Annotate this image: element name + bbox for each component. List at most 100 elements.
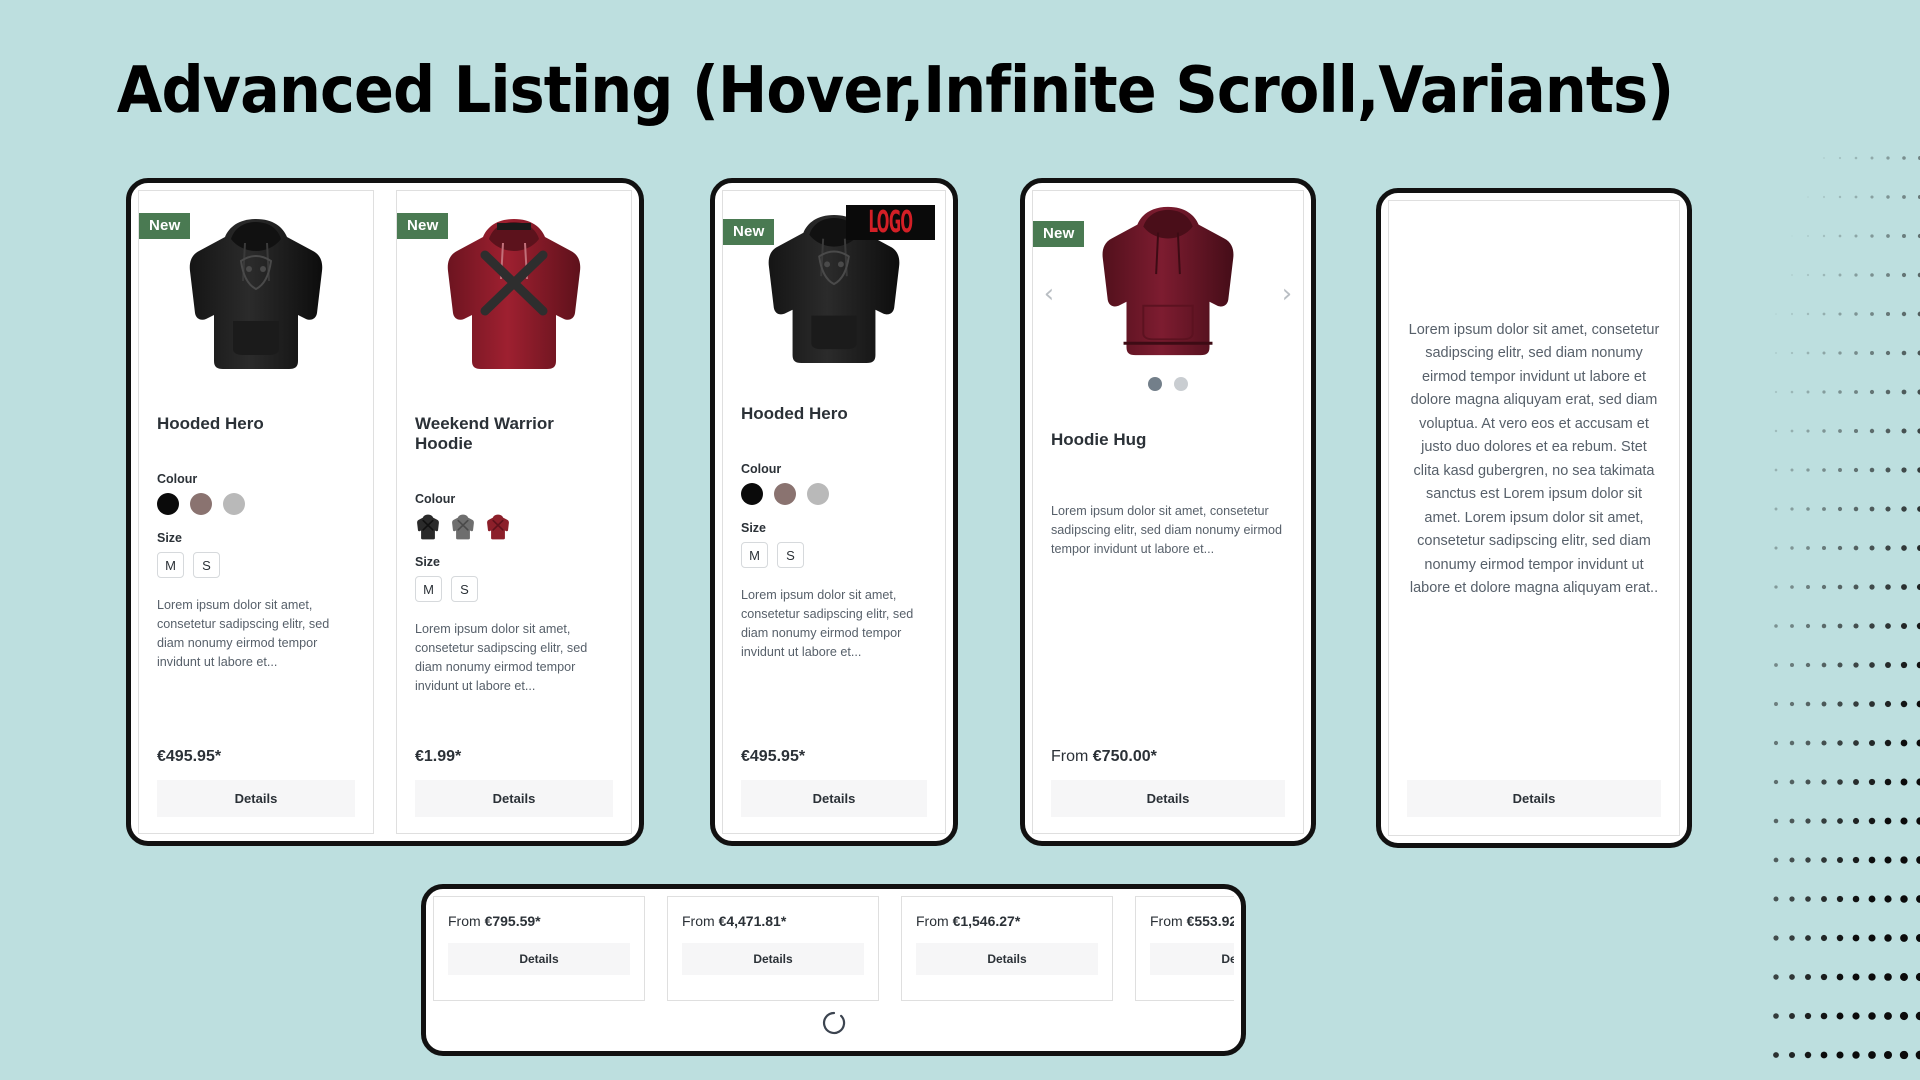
price-prefix: From <box>448 913 481 929</box>
size-option-s[interactable]: S <box>777 542 804 568</box>
listing-frame-carousel-card: New ‹ › Hoodie Hug Lorem ipsum dolor sit… <box>1020 178 1316 846</box>
size-group[interactable]: M S <box>415 576 613 602</box>
size-label: Size <box>741 521 767 535</box>
product-price: €495.95* <box>741 748 806 765</box>
badge-new: New <box>139 213 191 239</box>
product-card-hoodie-hug[interactable]: New ‹ › Hoodie Hug Lorem ipsum dolor sit… <box>1032 190 1304 834</box>
listing-frame-logo-card: New LOGO Hooded Hero Colour Size M S Lor… <box>710 178 958 846</box>
product-card-description-only[interactable]: Lorem ipsum dolor sit amet, consetetur s… <box>1388 200 1680 836</box>
product-description: Lorem ipsum dolor sit amet, consetetur s… <box>157 598 330 670</box>
colour-swatch-grey[interactable] <box>223 493 245 515</box>
hoodie-image-red <box>447 218 581 369</box>
colour-thumbnail-group[interactable] <box>415 513 613 541</box>
carousel-prev-icon[interactable]: ‹ <box>1039 281 1059 307</box>
colour-swatch-black[interactable] <box>741 483 763 505</box>
carousel-dot-2[interactable] <box>1174 376 1188 391</box>
colour-label: Colour <box>415 492 456 506</box>
colour-swatch-grey[interactable] <box>807 483 829 505</box>
size-option-m[interactable]: M <box>157 552 184 578</box>
colour-swatch-group[interactable] <box>157 493 355 515</box>
details-button[interactable]: Details <box>1407 780 1661 817</box>
hoodie-image-black <box>189 218 323 369</box>
product-price: €495.95* <box>157 748 222 765</box>
price-prefix: From <box>916 913 949 929</box>
details-button[interactable]: Details <box>741 780 927 817</box>
product-carousel[interactable]: New ‹ › <box>1033 191 1303 396</box>
colour-swatch-mauve[interactable] <box>774 483 796 505</box>
price-prefix: From <box>1150 913 1183 929</box>
details-button[interactable]: Details <box>448 943 630 975</box>
size-option-s[interactable]: S <box>451 576 478 602</box>
size-group[interactable]: M S <box>741 542 927 568</box>
colour-label: Colour <box>157 472 198 486</box>
strip-product-card[interactable]: From €553.92* Details <box>1135 896 1234 1001</box>
strip-product-card[interactable]: From €1,546.27* Details <box>901 896 1113 1001</box>
product-description: Lorem ipsum dolor sit amet, consetetur s… <box>741 588 914 660</box>
carousel-dots[interactable] <box>1148 376 1188 391</box>
price-prefix: From <box>1051 748 1089 765</box>
product-card-hooded-hero[interactable]: New Hooded Hero Colour Size M S Lorem ip… <box>138 190 374 834</box>
dot-pattern-decoration <box>1773 156 1920 1060</box>
carousel-dot-1[interactable] <box>1148 376 1162 391</box>
price-value: €795.59* <box>484 913 541 929</box>
price-value: €750.00* <box>1092 748 1157 765</box>
badge-logo: LOGO <box>846 205 935 240</box>
product-media: New <box>139 191 373 396</box>
size-label: Size <box>157 531 183 545</box>
colour-swatch-mauve[interactable] <box>190 493 212 515</box>
listing-frame-two-cards: New Hooded Hero Colour Size M S Lorem ip… <box>126 178 644 846</box>
product-price: From €795.59* <box>448 913 630 929</box>
colour-label: Colour <box>741 462 782 476</box>
details-button[interactable]: Details <box>1051 780 1285 817</box>
product-price: From €4,471.81* <box>682 913 864 929</box>
loading-spinner-icon <box>822 1011 845 1034</box>
price-value: €553.92* <box>1186 913 1234 929</box>
details-button[interactable]: Details <box>1150 943 1234 975</box>
price-value: €1,546.27* <box>952 913 1021 929</box>
size-option-m[interactable]: M <box>741 542 768 568</box>
size-group[interactable]: M S <box>157 552 355 578</box>
details-button[interactable]: Details <box>682 943 864 975</box>
product-price: From €750.00* <box>1051 748 1285 766</box>
strip-product-card[interactable]: From €795.59* Details <box>433 896 645 1001</box>
strip-product-card[interactable]: From €4,471.81* Details <box>667 896 879 1001</box>
size-label: Size <box>415 555 441 569</box>
details-button[interactable]: Details <box>415 780 613 817</box>
badge-new: New <box>397 213 449 239</box>
page-title: Advanced Listing (Hover,Infinite Scroll,… <box>116 54 1674 128</box>
infinite-scroll-row: From €795.59* Details From €4,471.81* De… <box>433 896 1234 1001</box>
badge-new: New <box>1033 221 1085 247</box>
product-price: €1.99* <box>415 748 462 765</box>
product-name: Hoodie Hug <box>1051 430 1147 449</box>
product-price: From €553.92* <box>1150 913 1234 929</box>
details-button[interactable]: Details <box>157 780 355 817</box>
loading-indicator <box>433 1001 1234 1044</box>
product-name: Weekend Warrior Hoodie <box>415 414 554 453</box>
product-description: Lorem ipsum dolor sit amet, consetetur s… <box>1408 322 1660 597</box>
product-media: New LOGO <box>723 191 945 386</box>
product-name: Hooded Hero <box>741 404 848 423</box>
colour-swatch-group[interactable] <box>741 483 927 505</box>
price-value: €4,471.81* <box>718 913 787 929</box>
hoodie-image-maroon <box>1102 206 1234 355</box>
product-description: Lorem ipsum dolor sit amet, consetetur s… <box>415 622 588 694</box>
page-root: Advanced Listing (Hover,Infinite Scroll,… <box>0 0 1920 1080</box>
product-description: Lorem ipsum dolor sit amet, consetetur s… <box>1051 504 1282 557</box>
colour-thumbnail-grey[interactable] <box>450 513 476 541</box>
details-button[interactable]: Details <box>916 943 1098 975</box>
colour-thumbnail-red[interactable] <box>485 513 511 541</box>
price-prefix: From <box>682 913 715 929</box>
product-name: Hooded Hero <box>157 414 264 433</box>
size-option-s[interactable]: S <box>193 552 220 578</box>
product-card-weekend-warrior-hoodie[interactable]: New Weekend Warrior Hoodie Colour Size M… <box>396 190 632 834</box>
badge-new: New <box>723 219 775 245</box>
colour-thumbnail-black[interactable] <box>415 513 441 541</box>
infinite-scroll-frame: From €795.59* Details From €4,471.81* De… <box>421 884 1246 1056</box>
product-media: New <box>397 191 631 396</box>
product-card-hooded-hero-logo[interactable]: New LOGO Hooded Hero Colour Size M S Lor… <box>722 190 946 834</box>
size-option-m[interactable]: M <box>415 576 442 602</box>
colour-swatch-black[interactable] <box>157 493 179 515</box>
carousel-next-icon[interactable]: › <box>1277 281 1297 307</box>
product-price: From €1,546.27* <box>916 913 1098 929</box>
badge-logo-text: LOGO <box>868 204 914 240</box>
